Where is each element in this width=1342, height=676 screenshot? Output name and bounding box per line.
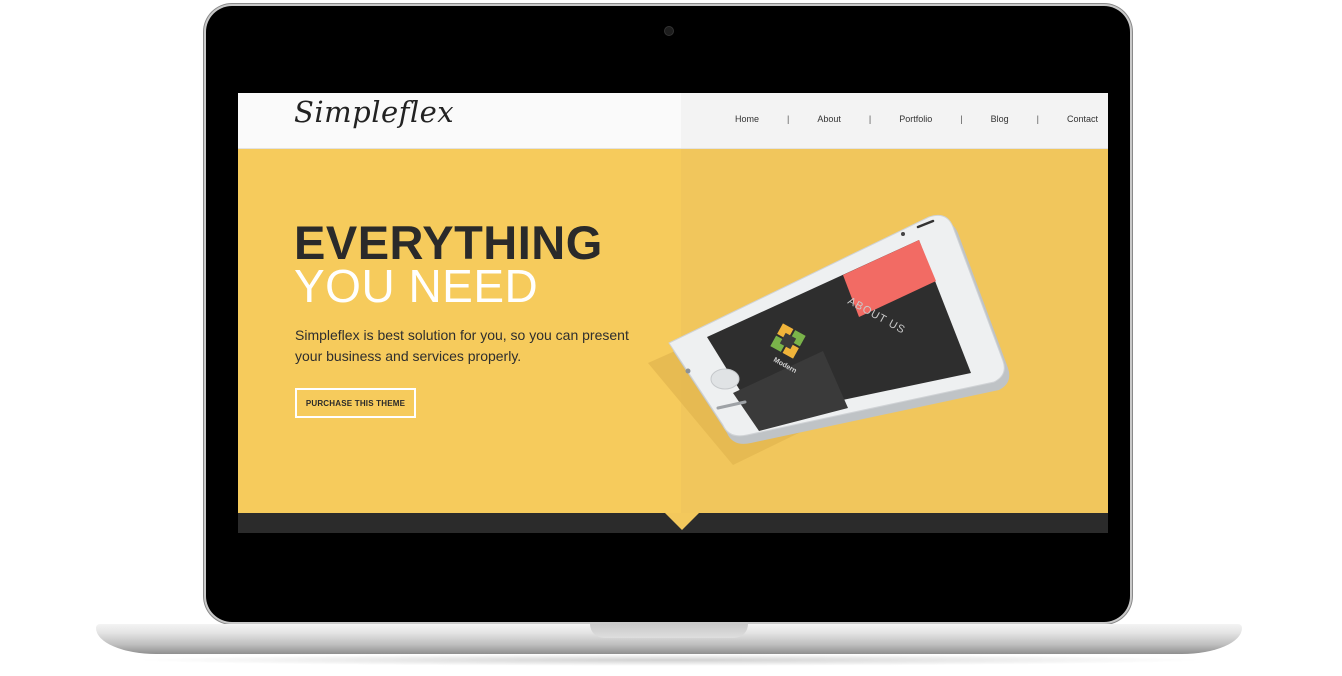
navbar: Simpleflex Home | About | Portfolio | Bl… — [238, 93, 1108, 149]
hero-headline-primary: EVERYTHING — [294, 216, 603, 269]
nav-item-contact[interactable]: Contact — [1067, 114, 1098, 124]
hero-headline-secondary: YOU NEED — [294, 260, 539, 312]
purchase-theme-button[interactable]: PURCHASE THIS THEME — [295, 388, 416, 418]
website-screen: Simpleflex Home | About | Portfolio | Bl… — [238, 93, 1108, 533]
nav-item-about[interactable]: About — [817, 114, 841, 124]
laptop-shadow — [130, 654, 1210, 666]
nav-item-home[interactable]: Home — [735, 114, 759, 124]
nav-item-blog[interactable]: Blog — [991, 114, 1009, 124]
camera-icon — [664, 26, 674, 36]
nav-separator: | — [868, 114, 872, 124]
nav-separator: | — [787, 114, 790, 124]
main-nav: Home | About | Portfolio | Blog | Contac… — [735, 114, 1108, 124]
phone-mockup-image: ABOUT US Modern — [648, 214, 1010, 465]
nav-separator: | — [960, 114, 963, 124]
site-logo[interactable]: Simpleflex — [294, 95, 454, 129]
nav-item-portfolio[interactable]: Portfolio — [899, 114, 932, 124]
nav-separator: | — [1036, 114, 1039, 124]
hero-subtext: Simpleflex is best solution for you, so … — [295, 327, 629, 364]
laptop-notch — [590, 624, 748, 638]
section-pointer — [665, 513, 699, 530]
